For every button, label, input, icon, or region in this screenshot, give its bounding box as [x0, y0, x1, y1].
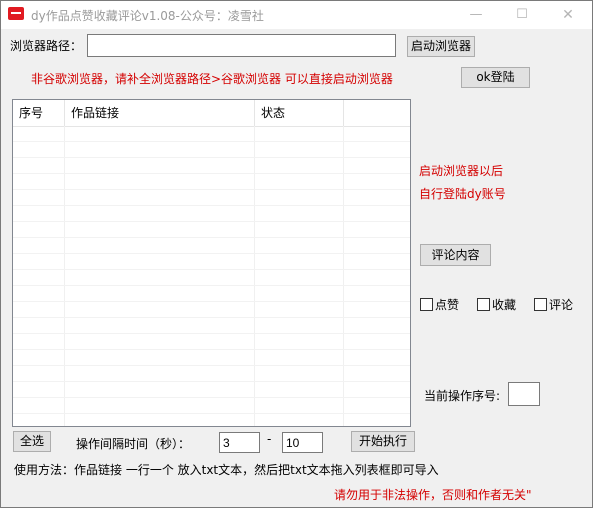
hint-line-2: 自行登陆dy账号 [419, 187, 506, 201]
row-divider [13, 253, 410, 254]
checkbox-box[interactable] [534, 298, 547, 311]
comment-label: 评论 [549, 298, 574, 312]
row-divider [13, 317, 410, 318]
interval-dash: - [267, 432, 272, 446]
row-divider [13, 413, 410, 414]
row-divider [13, 365, 410, 366]
row-divider [13, 141, 410, 142]
interval-max-input[interactable] [282, 432, 323, 453]
current-index-field[interactable] [508, 382, 540, 406]
column-header-link[interactable]: 作品链接 [65, 100, 255, 126]
checkbox-box[interactable] [420, 298, 433, 311]
row-divider [13, 333, 410, 334]
row-divider [13, 189, 410, 190]
like-checkbox[interactable]: 点赞 [420, 296, 459, 313]
favorite-checkbox[interactable]: 收藏 [477, 296, 516, 313]
interval-label: 操作间隔时间（秒）： [76, 437, 191, 451]
usage-text: 使用方法：作品链接 一行一个 放入txt文本，然后把txt文本拖入列表框即可导入 [14, 463, 439, 477]
row-divider [13, 397, 410, 398]
works-table[interactable]: 序号 作品链接 状态 [12, 99, 411, 427]
row-divider [13, 157, 410, 158]
app-icon [8, 7, 24, 20]
ok-login-button[interactable]: ok登陆 [461, 67, 530, 88]
launch-browser-button[interactable]: 启动浏览器 [407, 36, 475, 57]
row-divider [13, 349, 410, 350]
minimize-icon[interactable]: — [453, 1, 499, 29]
row-divider [13, 173, 410, 174]
select-all-button[interactable]: 全选 [13, 431, 51, 452]
row-divider [13, 269, 410, 270]
maximize-icon[interactable]: ☐ [499, 1, 545, 29]
checkbox-box[interactable] [477, 298, 490, 311]
current-index-label: 当前操作序号: [424, 389, 501, 403]
table-header: 序号 作品链接 状态 [13, 100, 410, 127]
browser-path-input[interactable] [87, 34, 396, 57]
row-divider [13, 285, 410, 286]
start-button[interactable]: 开始执行 [351, 431, 415, 452]
column-header-status[interactable]: 状态 [255, 100, 344, 126]
main-window: dy作品点赞收藏评论v1.08-公众号：凌雪社 — ☐ ✕ 浏览器路径： 启动浏… [0, 0, 593, 508]
row-divider [13, 381, 410, 382]
row-divider [13, 205, 410, 206]
browser-notice: 非谷歌浏览器，请补全浏览器路径>谷歌浏览器 可以直接启动浏览器 [31, 72, 393, 86]
comment-checkbox[interactable]: 评论 [534, 296, 573, 313]
close-icon[interactable]: ✕ [545, 1, 591, 29]
comment-content-button[interactable]: 评论内容 [420, 244, 491, 266]
row-divider [13, 221, 410, 222]
browser-path-label: 浏览器路径： [10, 39, 83, 53]
window-title: dy作品点赞收藏评论v1.08-公众号：凌雪社 [31, 9, 264, 23]
hint-line-1: 启动浏览器以后 [419, 164, 504, 178]
favorite-label: 收藏 [492, 298, 517, 312]
interval-min-input[interactable] [219, 432, 260, 453]
row-divider [13, 301, 410, 302]
title-bar: dy作品点赞收藏评论v1.08-公众号：凌雪社 — ☐ ✕ [1, 1, 592, 29]
warning-text: 请勿用于非法操作，否则和作者无关" [334, 488, 532, 502]
like-label: 点赞 [435, 298, 460, 312]
column-header-index[interactable]: 序号 [13, 100, 65, 126]
row-divider [13, 237, 410, 238]
